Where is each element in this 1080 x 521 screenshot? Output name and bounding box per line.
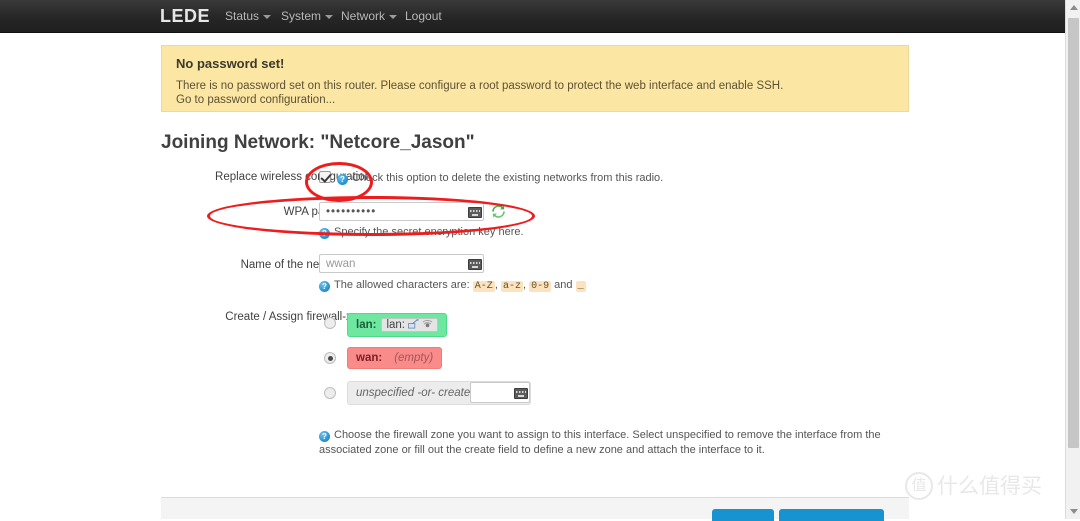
help-icon: ? [319, 228, 330, 239]
keyboard-icon[interactable] [468, 259, 482, 270]
network-name-help: ? The allowed characters are: A-Z, a-z, 0… [319, 278, 839, 294]
replace-wireless-configuration-label: Replace wireless configuration [215, 171, 371, 183]
watermark: 值什么值得买 [905, 470, 1042, 500]
password-configuration-link[interactable]: Go to password configuration... [176, 94, 894, 106]
page-title: Joining Network: "Netcore_Jason" [161, 132, 475, 153]
footer-button-secondary[interactable] [712, 509, 774, 521]
allowed-chars-chip: A-Z [472, 281, 495, 292]
wpa-passphrase-help: ? Specify the secret encryption key here. [319, 225, 839, 240]
firewall-zone-radio-unspecified[interactable] [324, 387, 336, 399]
help-icon: ? [319, 431, 330, 442]
nav-item-logout[interactable]: Logout [405, 9, 442, 23]
nav-item-label: Status [225, 9, 260, 23]
firewall-zone-option-wan[interactable]: wan: (empty) [347, 347, 443, 369]
banner-title: No password set! [176, 56, 285, 71]
replace-wireless-configuration-help: ? Check this option to delete the existin… [337, 171, 857, 186]
firewall-zone-help: ? Choose the firewall zone you want to as… [319, 428, 919, 458]
footer-button-primary[interactable] [779, 509, 884, 521]
keyboard-icon[interactable] [514, 388, 528, 399]
nav-item-label: System [281, 9, 322, 23]
brand-logo[interactable]: LEDE [160, 6, 210, 27]
nav-item-system[interactable]: System [281, 9, 334, 23]
firewall-zone-radio-wan[interactable] [324, 352, 336, 364]
scrollbar-down-arrow-icon[interactable] [1070, 509, 1078, 514]
allowed-chars-chip-underscore: _ [575, 281, 586, 292]
vertical-scrollbar[interactable] [1065, 0, 1080, 519]
help-icon: ? [337, 174, 348, 185]
zone-empty-label: (empty) [394, 352, 434, 364]
nav-item-label: Network [341, 9, 386, 23]
help-text: Specify the secret encryption key here. [334, 226, 524, 238]
keyboard-icon[interactable] [468, 207, 482, 218]
no-password-warning-banner: No password set! There is no password se… [161, 45, 909, 112]
zone-inner-box: lan: [381, 318, 438, 332]
help-text-and: and [554, 279, 573, 291]
network-name-input[interactable] [319, 254, 484, 273]
refresh-icon[interactable] [491, 204, 506, 219]
zone-name: wan: [356, 352, 383, 364]
watermark-text: 什么值得买 [937, 474, 1042, 498]
help-text-prefix: The allowed characters are: [334, 279, 470, 291]
chevron-down-icon [263, 14, 272, 19]
zone-inner-label: lan: [386, 319, 405, 331]
top-navigation-bar: LEDE Status System Network Logout [0, 0, 1080, 33]
chevron-down-icon [389, 14, 398, 19]
watermark-mark: 值 [905, 472, 933, 500]
help-text: Check this option to delete the existing… [352, 172, 664, 184]
help-text-line2: zone or fill out the create field to def… [374, 444, 765, 456]
wpa-passphrase-input[interactable] [319, 202, 484, 221]
zone-name: unspecified -or- create: [356, 387, 474, 399]
allowed-chars-chip: a-z [500, 281, 523, 292]
help-icon: ? [319, 281, 330, 292]
zone-name: lan: [356, 319, 377, 331]
nav-item-label: Logout [405, 9, 442, 23]
firewall-zone-radio-lan[interactable] [324, 317, 336, 329]
wireless-icon [422, 320, 433, 328]
allowed-chars-chip: 0-9 [529, 281, 552, 292]
banner-text: There is no password set on this router.… [176, 80, 784, 92]
chevron-down-icon [325, 14, 334, 19]
firewall-zone-option-lan[interactable]: lan: lan: [347, 313, 447, 337]
ethernet-icon [408, 319, 419, 329]
replace-wireless-configuration-checkbox[interactable] [319, 171, 331, 183]
scrollbar-up-arrow-icon[interactable] [1070, 5, 1078, 10]
scrollbar-thumb[interactable] [1068, 18, 1079, 448]
nav-item-status[interactable]: Status [225, 9, 272, 23]
nav-item-network[interactable]: Network [341, 9, 398, 23]
